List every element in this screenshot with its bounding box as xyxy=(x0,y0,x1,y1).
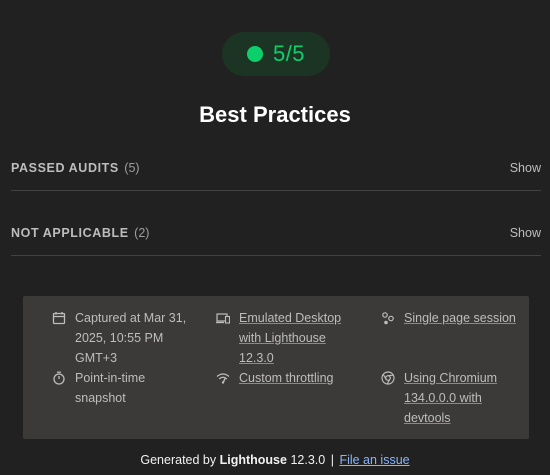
group-label: NOT APPLICABLE xyxy=(11,225,129,240)
group-label: PASSED AUDITS xyxy=(11,160,119,175)
devices-icon xyxy=(216,311,230,325)
file-issue-link[interactable]: File an issue xyxy=(339,453,409,467)
wifi-icon xyxy=(216,371,230,385)
throttling-item[interactable]: Custom throttling xyxy=(216,368,356,388)
show-not-applicable-button[interactable]: Show xyxy=(510,226,541,240)
footer-version: 12.3.0 xyxy=(290,453,326,467)
footer-product: Lighthouse xyxy=(219,453,287,467)
group-count: (2) xyxy=(134,225,150,240)
not-applicable-group[interactable]: NOT APPLICABLE (2) Show xyxy=(11,210,541,256)
snapshot-item: Point-in-time snapshot xyxy=(52,368,202,408)
calendar-icon xyxy=(52,311,66,325)
captured-at-text: Captured at Mar 31, 2025, 10:55 PM GMT+3 xyxy=(75,311,187,365)
throttling-link[interactable]: Custom throttling xyxy=(239,368,333,388)
browser-item[interactable]: Using Chromium 134.0.0.0 with devtools xyxy=(381,368,521,428)
passed-audits-group[interactable]: PASSED AUDITS (5) Show xyxy=(11,145,541,191)
session-link[interactable]: Single page session xyxy=(404,308,516,328)
lighthouse-report: 5/5 Best Practices PASSED AUDITS (5) Sho… xyxy=(0,0,550,475)
browser-link[interactable]: Using Chromium 134.0.0.0 with devtools xyxy=(404,368,497,428)
session-icon xyxy=(381,311,395,325)
score-value: 5/5 xyxy=(272,41,306,66)
group-title: NOT APPLICABLE (2) xyxy=(11,226,149,240)
category-title: Best Practices xyxy=(199,102,351,127)
emulated-device-item[interactable]: Emulated Desktop with Lighthouse 12.3.0 xyxy=(216,308,356,368)
footer-separator: | xyxy=(330,453,334,467)
group-count: (5) xyxy=(124,160,140,175)
group-title: PASSED AUDITS (5) xyxy=(11,161,140,175)
session-item[interactable]: Single page session xyxy=(381,308,521,328)
chrome-icon xyxy=(381,371,395,385)
report-footer: Generated by Lighthouse 12.3.0 | File an… xyxy=(0,453,550,467)
runtime-settings-panel: Captured at Mar 31, 2025, 10:55 PM GMT+3… xyxy=(23,296,529,439)
score-gauge: 5/5 xyxy=(222,32,330,76)
show-passed-button[interactable]: Show xyxy=(510,161,541,175)
captured-at-item: Captured at Mar 31, 2025, 10:55 PM GMT+3 xyxy=(52,308,202,368)
snapshot-text: Point-in-time snapshot xyxy=(75,371,146,405)
footer-prefix: Generated by xyxy=(140,453,217,467)
emulated-device-link[interactable]: Emulated Desktop with Lighthouse 12.3.0 xyxy=(239,308,341,368)
pass-dot-icon xyxy=(246,46,263,62)
stopwatch-icon xyxy=(52,371,66,385)
